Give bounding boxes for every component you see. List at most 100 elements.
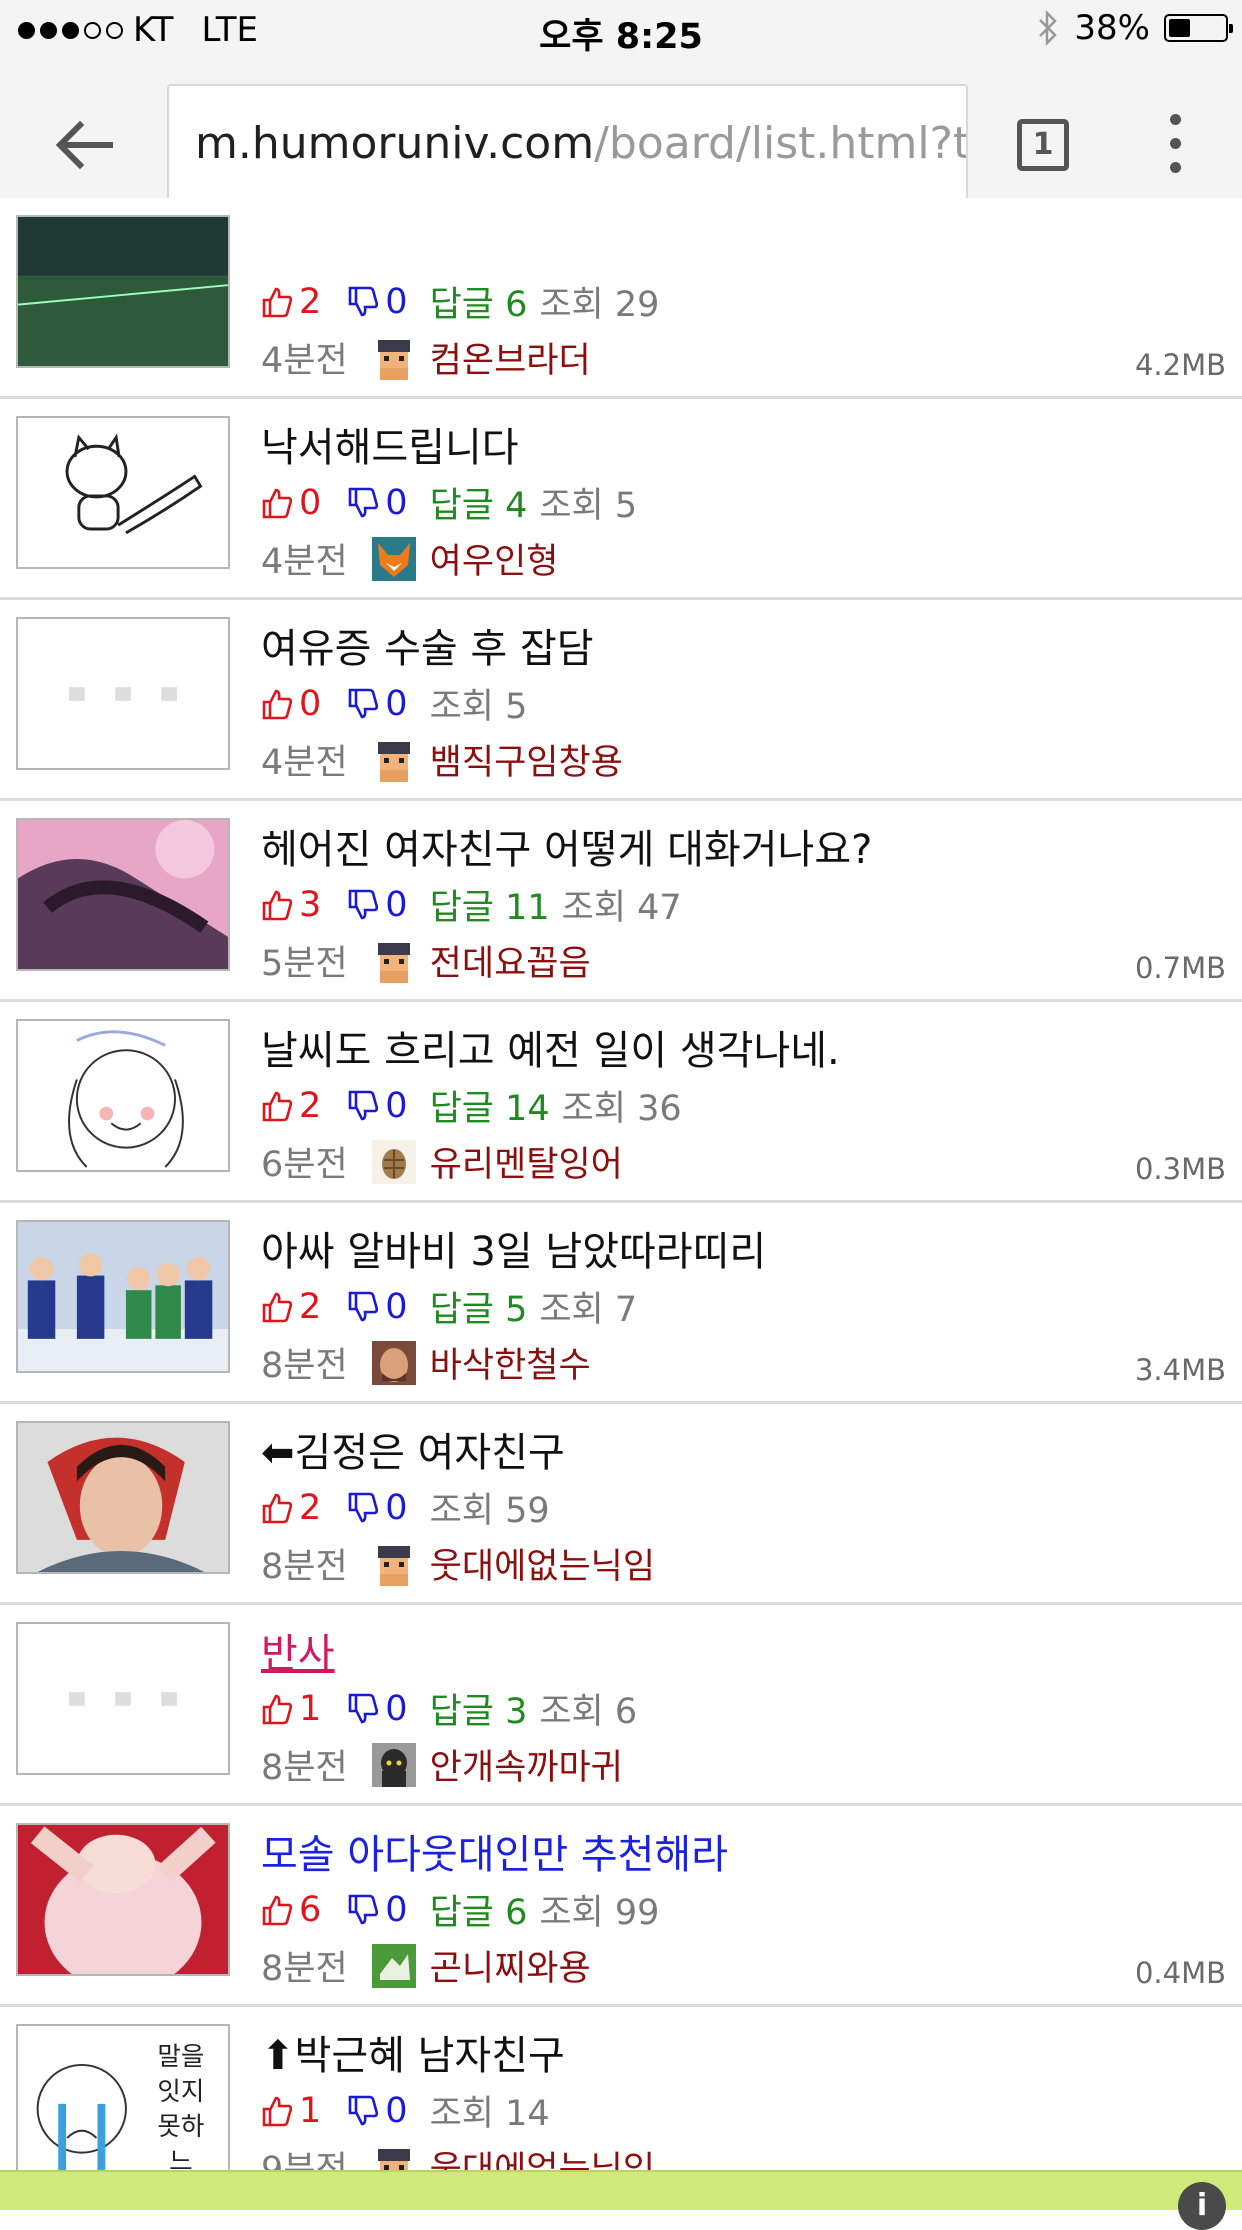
thumbs-down-icon: [348, 889, 379, 919]
fox-avatar: [371, 536, 416, 581]
post-item[interactable]: 날씨도 흐리고 예전 일이 생각나네. 2 0 답글 14 조회 36 6분전 유리멘탈잉어…: [0, 1002, 1242, 1203]
bluetooth-icon: [1039, 10, 1058, 46]
address-bar[interactable]: m.humoruniv.com/board/list.html?t: [167, 84, 968, 204]
post-info: 8분전 웃대에없는닉임: [261, 1538, 655, 1589]
overflow-menu-icon[interactable]: [1160, 114, 1190, 176]
thumbs-down-icon: [348, 1492, 379, 1522]
downvote-count: 0: [385, 884, 408, 925]
green-avatar: [371, 1943, 416, 1988]
upvote-count: 2: [299, 1487, 322, 1528]
downvote-count: 0: [385, 1688, 408, 1729]
view-count: 조회 14: [429, 2094, 550, 2134]
post-author[interactable]: 여우인형: [430, 533, 559, 584]
post-thumbnail[interactable]: [16, 1823, 230, 1976]
thumbs-down-icon: [348, 1291, 379, 1321]
post-thumbnail[interactable]: [16, 1421, 230, 1574]
post-thumbnail[interactable]: 말을 잇지 못하 느: [16, 2024, 230, 2177]
post-thumbnail[interactable]: [16, 1019, 230, 1172]
back-arrow-icon[interactable]: [52, 112, 118, 178]
post-item[interactable]: 반사 1 0 답글 3 조회 6 8분전 안개속까마귀: [0, 1605, 1242, 1806]
post-title[interactable]: ⬅김정은 여자친구: [261, 1420, 565, 1478]
post-author[interactable]: 안개속까마귀: [430, 1739, 623, 1790]
upvote-count: 1: [299, 1688, 322, 1729]
post-time: 4분전: [261, 341, 348, 381]
view-count: 조회 47: [561, 888, 682, 928]
thumbs-up-icon: [262, 1292, 293, 1322]
view-count: 조회 59: [429, 1491, 550, 1531]
post-thumbnail[interactable]: [16, 416, 230, 569]
post-author[interactable]: 컴온브라더: [430, 332, 591, 383]
post-item[interactable]: 여유증 수술 후 잡담 0 0 조회 5 4분전 뱀직구임창용: [0, 600, 1242, 801]
thumbs-down-icon: [348, 487, 379, 517]
downvote-count: 0: [385, 1889, 408, 1930]
post-author[interactable]: 웃대에없는닉임: [430, 1538, 655, 1589]
post-title[interactable]: 모솔 아다웃대인만 추천해라: [261, 1822, 728, 1880]
upvote-count: 3: [299, 884, 322, 925]
post-author[interactable]: 전데요꼽음: [430, 935, 591, 986]
view-count: 조회 99: [539, 1893, 660, 1933]
post-info: 8분전 안개속까마귀: [261, 1739, 623, 1790]
thumbs-up-icon: [262, 1493, 293, 1523]
upvote-count: 0: [299, 683, 322, 724]
post-thumbnail[interactable]: [16, 215, 230, 368]
downvote-count: 0: [385, 1487, 408, 1528]
pinecone-avatar: [371, 1139, 416, 1184]
post-stats: 1 0 조회 14: [261, 2085, 550, 2136]
post-item[interactable]: 2 0 답글 6 조회 29 4분전 컴온브라더 4.2MB: [0, 198, 1242, 399]
thumb-caption: 못하: [157, 2111, 204, 2141]
post-thumbnail[interactable]: [16, 1622, 230, 1775]
post-title[interactable]: 날씨도 흐리고 예전 일이 생각나네.: [261, 1018, 840, 1076]
post-thumbnail[interactable]: [16, 1220, 230, 1373]
post-time: 6분전: [261, 1145, 348, 1185]
post-title[interactable]: 반사: [261, 1621, 335, 1679]
downvote-count: 0: [385, 1286, 408, 1327]
upvote-count: 2: [299, 281, 322, 322]
thumbs-up-icon: [262, 488, 293, 518]
view-count: 조회 6: [539, 1692, 638, 1732]
battery-percent: 38%: [1074, 8, 1150, 48]
reply-count: 답글 3: [429, 1692, 528, 1732]
post-thumbnail[interactable]: [16, 617, 230, 770]
thumbs-up-icon: [262, 2096, 293, 2126]
downvote-count: 0: [385, 281, 408, 322]
tab-switcher-button[interactable]: 1: [1017, 119, 1069, 171]
post-author[interactable]: 뱀직구임창용: [430, 734, 623, 785]
post-info: 4분전 뱀직구임창용: [261, 734, 623, 785]
post-author[interactable]: 바삭한철수: [430, 1337, 591, 1388]
status-bar: KT LTE 오후 8:25 38%: [0, 0, 1242, 62]
post-title[interactable]: 낙서해드립니다: [261, 415, 519, 473]
thumbs-down-icon: [348, 286, 379, 316]
view-count: 조회 5: [429, 687, 528, 727]
post-author[interactable]: 유리멘탈잉어: [430, 1136, 623, 1187]
upvote-count: 6: [299, 1889, 322, 1930]
post-item[interactable]: 모솔 아다웃대인만 추천해라 6 0 답글 6 조회 99 8분전 곤니찌와용 0.4MB: [0, 1806, 1242, 2007]
ad-info-icon[interactable]: i: [1178, 2182, 1226, 2230]
thumbs-up-icon: [262, 1895, 293, 1925]
post-item[interactable]: 헤어진 여자친구 어떻게 대화거나요? 3 0 답글 11 조회 47 5분전 전데요꼽음 0…: [0, 801, 1242, 1002]
view-count: 조회 36: [561, 1089, 682, 1129]
view-count: 조회 7: [539, 1290, 638, 1330]
post-time: 4분전: [261, 743, 348, 783]
post-title[interactable]: ⬆박근혜 남자친구: [261, 2023, 565, 2081]
pixel-man-avatar: [371, 737, 416, 782]
thumbs-down-icon: [348, 688, 379, 718]
post-item[interactable]: 낙서해드립니다 0 0 답글 4 조회 5 4분전 여우인형: [0, 399, 1242, 600]
ad-banner[interactable]: i: [0, 2170, 1242, 2230]
post-author[interactable]: 곤니찌와용: [430, 1940, 591, 1991]
post-item[interactable]: ⬅김정은 여자친구 2 0 조회 59 8분전 웃대에없는닉임: [0, 1404, 1242, 1605]
post-time: 8분전: [261, 1748, 348, 1788]
post-info: 4분전 여우인형: [261, 533, 558, 584]
post-title[interactable]: 아싸 알바비 3일 남았따라띠리: [261, 1219, 766, 1277]
post-thumbnail[interactable]: [16, 818, 230, 971]
post-title[interactable]: 여유증 수술 후 잡담: [261, 616, 594, 674]
thumbs-up-icon: [262, 1694, 293, 1724]
post-stats: 2 0 답글 6 조회 29: [261, 276, 659, 327]
post-stats: 2 0 답글 14 조회 36: [261, 1080, 682, 1131]
reply-count: 답글 6: [429, 285, 528, 325]
attachment-size: 0.7MB: [1134, 951, 1226, 985]
post-item[interactable]: 아싸 알바비 3일 남았따라띠리 2 0 답글 5 조회 7 8분전 바삭한철수 3.4MB: [0, 1203, 1242, 1404]
upvote-count: 1: [299, 2090, 322, 2131]
post-title[interactable]: 헤어진 여자친구 어떻게 대화거나요?: [261, 817, 872, 875]
thumbs-up-icon: [262, 689, 293, 719]
attachment-size: 0.4MB: [1134, 1956, 1226, 1990]
